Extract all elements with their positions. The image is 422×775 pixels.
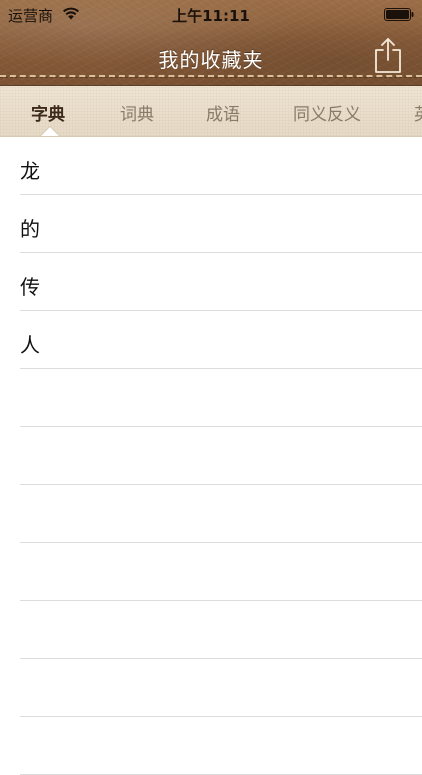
tab-chengyu[interactable]: 成语 bbox=[206, 100, 240, 125]
empty-list-row bbox=[0, 369, 422, 427]
list-item[interactable]: 的 bbox=[0, 195, 422, 253]
empty-list-row bbox=[0, 485, 422, 543]
status-time: 上午11:11 bbox=[172, 7, 250, 25]
tab-cidian[interactable]: 词典 bbox=[120, 100, 154, 125]
empty-list-row bbox=[0, 659, 422, 717]
list-item-label: 人 bbox=[20, 333, 40, 357]
list-item-label: 传 bbox=[20, 275, 40, 299]
share-icon bbox=[375, 38, 401, 73]
list-item[interactable]: 龙 bbox=[0, 137, 422, 195]
tab-english-partial[interactable]: 英 bbox=[414, 100, 422, 125]
battery-icon bbox=[384, 8, 414, 21]
tab-zidian[interactable]: 字典 bbox=[31, 100, 65, 125]
favorites-list: 龙 的 传 人 bbox=[0, 137, 422, 775]
empty-list-row bbox=[0, 427, 422, 485]
header-stitching-shadow bbox=[0, 77, 422, 78]
list-item[interactable]: 传 bbox=[0, 253, 422, 311]
status-bar: 运营商 上午11:11 bbox=[0, 0, 422, 28]
empty-list-row bbox=[0, 601, 422, 659]
list-item-label: 的 bbox=[20, 217, 40, 241]
page-title: 我的收藏夹 bbox=[158, 48, 264, 72]
empty-list-row bbox=[0, 543, 422, 601]
active-tab-indicator bbox=[41, 127, 59, 136]
leather-header: 运营商 上午11:11 我的收藏夹 bbox=[0, 0, 422, 86]
list-item[interactable]: 人 bbox=[0, 311, 422, 369]
category-tab-bar: 字典 词典 成语 同义反义 英 bbox=[0, 86, 422, 137]
share-button[interactable] bbox=[372, 36, 404, 74]
tab-tongyi-fanyi[interactable]: 同义反义 bbox=[293, 100, 361, 125]
empty-list-row bbox=[0, 717, 422, 775]
list-item-label: 龙 bbox=[20, 159, 40, 183]
